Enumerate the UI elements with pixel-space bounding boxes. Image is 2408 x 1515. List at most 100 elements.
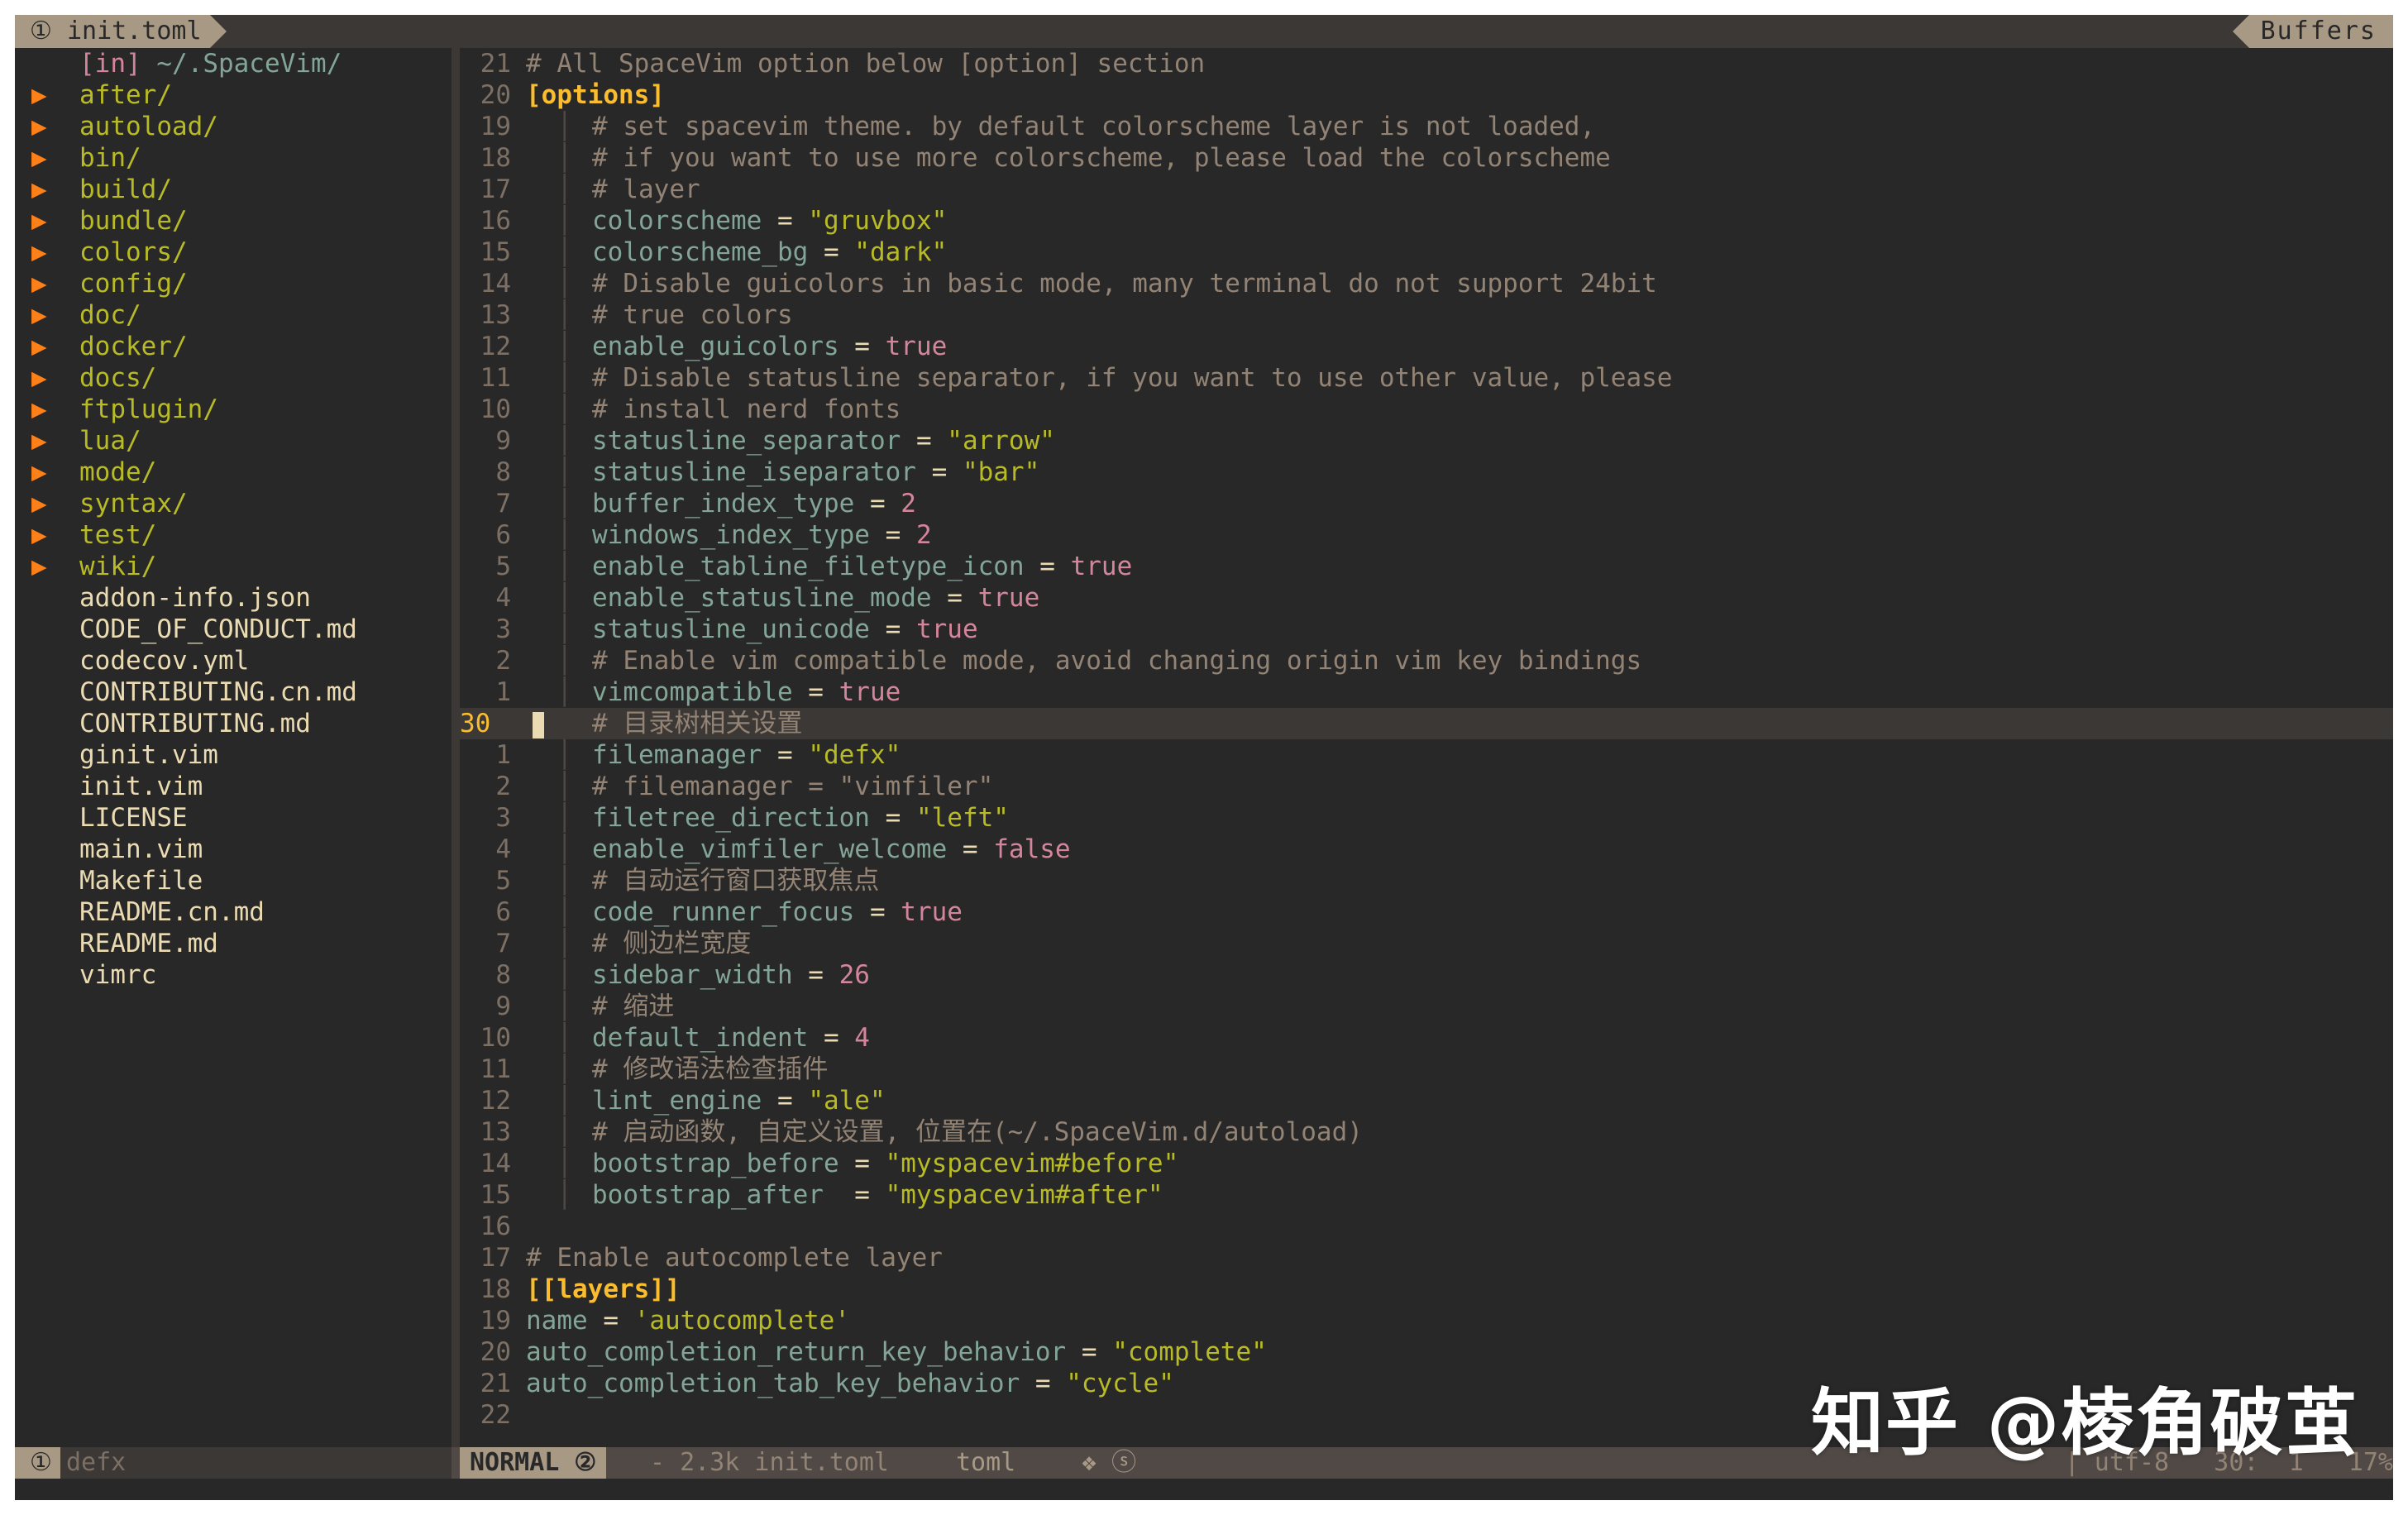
tree-dir-item[interactable]: ▶ bin/ xyxy=(15,142,452,174)
code-token-str: "dark" xyxy=(854,237,948,267)
expand-arrow-icon: ▶ xyxy=(31,426,47,456)
code-line[interactable]: 4 │ enable_statusline_mode = true xyxy=(460,582,2393,614)
code-token-str: "myspacevim#before" xyxy=(885,1149,1179,1178)
code-line[interactable]: 9 │ statusline_separator = "arrow" xyxy=(460,425,2393,456)
code-token-comment: # 目录树相关设置 xyxy=(592,709,803,738)
code-line[interactable]: 12 │ enable_guicolors = true xyxy=(460,331,2393,362)
tree-dir-item[interactable]: ▶ after/ xyxy=(15,79,452,111)
tree-file-item[interactable]: README.cn.md xyxy=(15,896,452,928)
tree-dir-item[interactable]: ▶ config/ xyxy=(15,268,452,299)
indent-guide: │ xyxy=(526,992,572,1021)
code-line[interactable]: 12 │ lint_engine = "ale" xyxy=(460,1085,2393,1116)
indent-guide: │ xyxy=(526,457,572,487)
tree-file-item[interactable]: addon-info.json xyxy=(15,582,452,614)
code-line[interactable]: 10 │ # install nerd fonts xyxy=(460,394,2393,425)
line-number: 16 xyxy=(480,206,511,236)
code-token-str: "bar" xyxy=(962,457,1040,487)
indent-guide: │ xyxy=(526,1086,572,1116)
code-line[interactable]: 16 │ colorscheme = "gruvbox" xyxy=(460,205,2393,237)
code-line[interactable]: 13 │ # 启动函数, 自定义设置, 位置在(~/.SpaceVim.d/aut… xyxy=(460,1116,2393,1148)
code-line[interactable]: 2 │ # filemanager = "vimfiler" xyxy=(460,771,2393,802)
code-line[interactable]: 17 # Enable autocomplete layer xyxy=(460,1242,2393,1274)
tree-dir-item[interactable]: ▶ ftplugin/ xyxy=(15,394,452,425)
code-token-key: colorscheme xyxy=(592,206,762,236)
tree-file-item[interactable]: vimrc xyxy=(15,959,452,991)
tree-dir-item[interactable]: ▶ wiki/ xyxy=(15,551,452,582)
code-line[interactable]: 18 │ # if you want to use more colorschem… xyxy=(460,142,2393,174)
tree-item-label: bin/ xyxy=(79,143,141,173)
tree-dir-item[interactable]: ▶ syntax/ xyxy=(15,488,452,519)
code-line[interactable]: 5 │ # 自动运行窗口获取焦点 xyxy=(460,865,2393,896)
indent-guide: │ xyxy=(526,174,572,204)
code-line[interactable]: 4 │ enable_vimfiler_welcome = false xyxy=(460,834,2393,865)
code-line[interactable]: 14 │ # Disable guicolors in basic mode, m… xyxy=(460,268,2393,299)
tree-dir-item[interactable]: ▶ lua/ xyxy=(15,425,452,456)
line-number: 7 xyxy=(495,929,511,958)
code-line[interactable]: 6 │ code_runner_focus = true xyxy=(460,896,2393,928)
code-line[interactable]: 21 # All SpaceVim option below [option] s… xyxy=(460,48,2393,79)
tree-dir-item[interactable]: ▶ test/ xyxy=(15,519,452,551)
tree-item-label: README.cn.md xyxy=(79,897,265,927)
tree-dir-item[interactable]: ▶ docs/ xyxy=(15,362,452,394)
code-line[interactable]: 20 [options] xyxy=(460,79,2393,111)
code-line[interactable]: 8 │ statusline_iseparator = "bar" xyxy=(460,456,2393,488)
tree-file-item[interactable]: CODE_OF_CONDUCT.md xyxy=(15,614,452,645)
tree-dir-item[interactable]: ▶ bundle/ xyxy=(15,205,452,237)
tree-file-item[interactable]: Makefile xyxy=(15,865,452,896)
tree-dir-item[interactable]: ▶ docker/ xyxy=(15,331,452,362)
code-token-num: 26 xyxy=(838,960,870,990)
code-token-op: = xyxy=(1066,1337,1113,1367)
line-number: 14 xyxy=(480,269,511,299)
code-line[interactable]: 11 │ # Disable statusline separator, if y… xyxy=(460,362,2393,394)
code-line[interactable]: 13 │ # true colors xyxy=(460,299,2393,331)
tree-file-item[interactable]: LICENSE xyxy=(15,802,452,834)
code-line[interactable]: 1 │ filemanager = "defx" xyxy=(460,739,2393,771)
code-line[interactable]: 7 │ # 侧边栏宽度 xyxy=(460,928,2393,959)
tab-init-toml[interactable]: ① init.toml xyxy=(15,15,226,48)
tree-dir-item[interactable]: ▶ autoload/ xyxy=(15,111,452,142)
tree-file-item[interactable]: ginit.vim xyxy=(15,739,452,771)
command-line[interactable] xyxy=(15,1479,2393,1500)
tree-file-item[interactable]: README.md xyxy=(15,928,452,959)
code-line[interactable]: 3 │ filetree_direction = "left" xyxy=(460,802,2393,834)
tree-dir-item[interactable]: ▶ mode/ xyxy=(15,456,452,488)
code-line[interactable]: 8 │ sidebar_width = 26 xyxy=(460,959,2393,991)
code-line[interactable]: 15 │ bootstrap_after = "myspacevim#after" xyxy=(460,1179,2393,1211)
editor-pane[interactable]: 21 # All SpaceVim option below [option] s… xyxy=(460,48,2393,1447)
code-line[interactable]: 10 │ default_indent = 4 xyxy=(460,1022,2393,1054)
code-line[interactable]: 5 │ enable_tabline_filetype_icon = true xyxy=(460,551,2393,582)
tree-file-item[interactable]: init.vim xyxy=(15,771,452,802)
code-line[interactable]: 11 │ # 修改语法检查插件 xyxy=(460,1054,2393,1085)
code-line[interactable]: 19 name = 'autocomplete' xyxy=(460,1305,2393,1336)
expand-arrow-icon: ▶ xyxy=(31,237,47,267)
tree-file-item[interactable]: CONTRIBUTING.md xyxy=(15,708,452,739)
code-line[interactable]: 19 │ # set spacevim theme. by default col… xyxy=(460,111,2393,142)
line-number: 9 xyxy=(495,426,511,456)
code-line[interactable]: 9 │ # 缩进 xyxy=(460,991,2393,1022)
code-line[interactable]: 6 │ windows_index_type = 2 xyxy=(460,519,2393,551)
tree-dir-item[interactable]: ▶ colors/ xyxy=(15,237,452,268)
code-line[interactable]: 15 │ colorscheme_bg = "dark" xyxy=(460,237,2393,268)
code-line[interactable]: 2 │ # Enable vim compatible mode, avoid c… xyxy=(460,645,2393,676)
code-line[interactable]: 1 │ vimcompatible = true xyxy=(460,676,2393,708)
code-token-op: = xyxy=(587,1306,634,1336)
code-line[interactable]: 7 │ buffer_index_type = 2 xyxy=(460,488,2393,519)
expand-arrow-icon: ▶ xyxy=(31,112,47,141)
code-line[interactable]: 20 auto_completion_return_key_behavior = … xyxy=(460,1336,2393,1368)
tree-file-item[interactable]: codecov.yml xyxy=(15,645,452,676)
code-line[interactable]: 16 xyxy=(460,1211,2393,1242)
tree-item-label: README.md xyxy=(79,929,218,958)
line-number: 7 xyxy=(495,489,511,519)
code-line[interactable]: 3 │ statusline_unicode = true xyxy=(460,614,2393,645)
code-line[interactable]: 17 │ # layer xyxy=(460,174,2393,205)
code-line[interactable]: 18 [[layers]] xyxy=(460,1274,2393,1305)
current-code-line[interactable]: 30 # 目录树相关设置 xyxy=(460,708,2393,739)
code-line[interactable]: 14 │ bootstrap_before = "myspacevim#befor… xyxy=(460,1148,2393,1179)
tree-dir-item[interactable]: ▶ build/ xyxy=(15,174,452,205)
tree-file-item[interactable]: main.vim xyxy=(15,834,452,865)
tree-file-item[interactable]: CONTRIBUTING.cn.md xyxy=(15,676,452,708)
line-number: 11 xyxy=(480,1054,511,1084)
file-tree-items: ▶ after/ ▶ autoload/ ▶ bin/ ▶ build/ ▶ bundle/ ▶ co… xyxy=(15,79,452,991)
tree-dir-item[interactable]: ▶ doc/ xyxy=(15,299,452,331)
line-number: 5 xyxy=(495,552,511,581)
